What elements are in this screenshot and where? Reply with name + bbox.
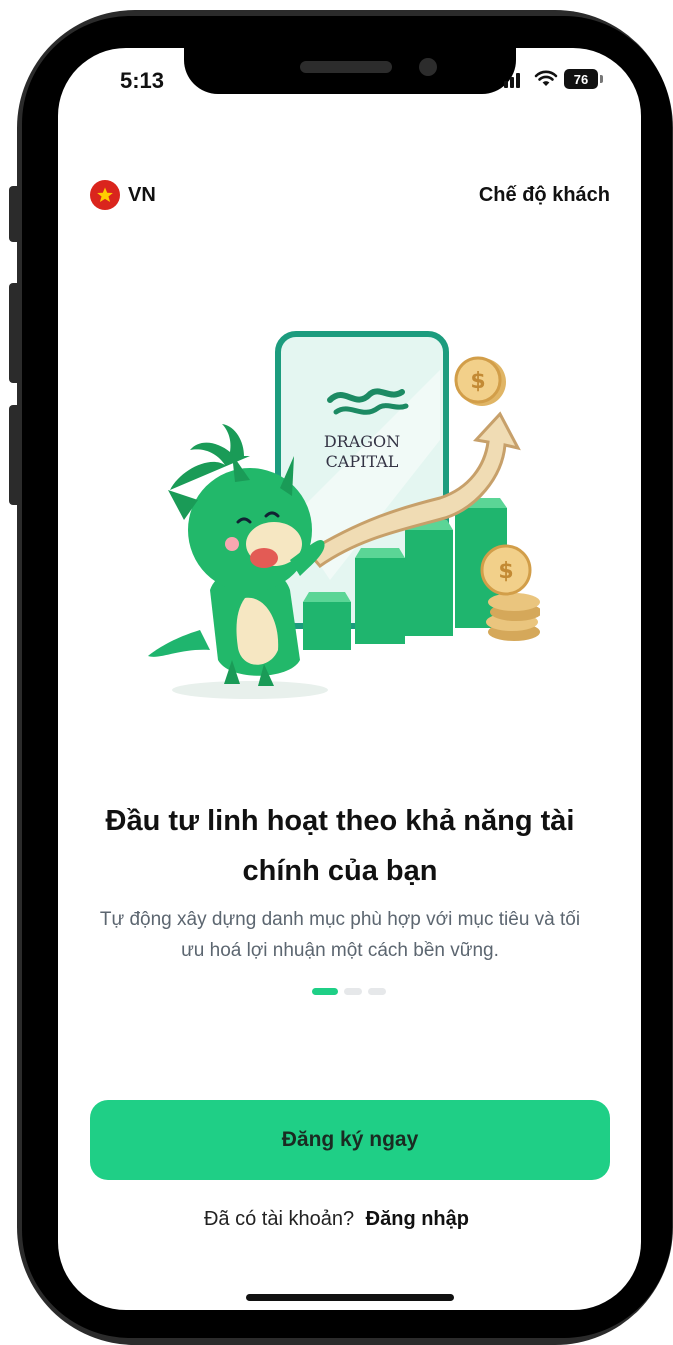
onboarding-subtitle: Tự động xây dựng danh mục phù hợp với mụ… (99, 909, 581, 961)
svg-text:$: $ (470, 369, 485, 394)
login-prompt: Đã có tài khoản? Đăng nhập (0, 1208, 673, 1231)
speaker-grille (300, 61, 392, 73)
status-icons: 76 (504, 66, 603, 92)
have-account-text: Đã có tài khoản? (203, 1208, 355, 1230)
mute-switch (9, 186, 21, 242)
front-camera (419, 58, 437, 76)
volume-up-button (9, 283, 21, 383)
logo-line-2: CAPITAL (326, 452, 399, 471)
page-dot-active[interactable] (312, 988, 338, 995)
coin-icon: $ (454, 356, 506, 406)
register-button[interactable]: Đăng ký ngay (90, 1100, 610, 1180)
wifi-icon (534, 70, 558, 86)
dragon-investment-illustration: DRAGON CAPITAL $ $ (148, 331, 540, 699)
guest-mode-link[interactable]: Chế độ khách (479, 184, 610, 207)
page-indicator[interactable] (312, 988, 386, 995)
logo-line-1: DRAGON (324, 432, 400, 451)
onboarding-title: Đầu tư linh hoạt theo khả năng tài chính… (105, 805, 575, 887)
svg-text:$: $ (498, 559, 513, 584)
status-time: 5:13 (120, 68, 165, 93)
signal-bars-icon (504, 73, 520, 88)
page-dot[interactable] (368, 988, 386, 995)
volume-down-button (9, 405, 21, 505)
language-selector[interactable]: VN (90, 180, 156, 210)
home-indicator[interactable] (246, 1294, 454, 1301)
language-label: VN (128, 183, 156, 206)
login-link[interactable]: Đăng nhập (366, 1208, 469, 1230)
battery-icon: 76 (564, 69, 598, 89)
vietnam-flag-icon (90, 180, 120, 210)
battery-tip (600, 75, 603, 83)
page-dot[interactable] (344, 988, 362, 995)
